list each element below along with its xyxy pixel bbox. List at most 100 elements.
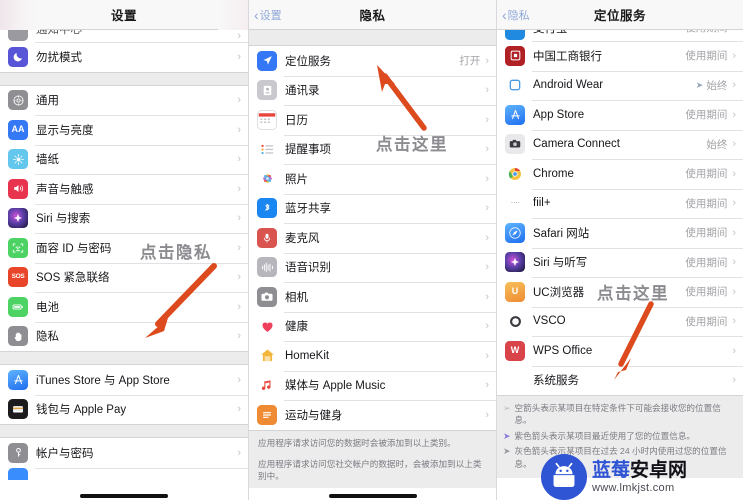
site-watermark: 蓝莓 安卓网 www.lmkjst.com (541, 454, 687, 500)
settings-navbar: 设置 (0, 0, 248, 30)
wps-icon: W (505, 340, 525, 361)
list-item-partial-bottom[interactable] (0, 467, 248, 480)
chevron-right-icon: › (485, 379, 489, 392)
chevron-right-icon: › (237, 50, 241, 63)
contacts-icon (257, 80, 277, 101)
sidebar-item-siri-search[interactable]: Siri 与搜索 › (0, 203, 248, 233)
photos-icon (257, 168, 277, 189)
chevron-right-icon: › (485, 261, 489, 274)
list-item-calendar[interactable]: 日历 › (249, 105, 496, 135)
list-item-partial[interactable]: 支付宝 使用期间 › (497, 30, 743, 41)
chevron-left-icon: ‹ (254, 6, 259, 23)
sidebar-item-do-not-disturb[interactable]: 勿扰模式 › (0, 42, 248, 72)
legend-text: 空箭头表示某项目在特定条件下可能会接收您的位置信息。 (514, 403, 721, 426)
list-item-media-applemusic[interactable]: 媒体与 Apple Music › (249, 370, 496, 400)
list-item-speech-recognition[interactable]: 语音识别 › (249, 252, 496, 282)
list-item-label: Siri 与搜索 (36, 213, 91, 226)
gray-arrow-icon: ➤ (503, 446, 511, 457)
list-item-android-wear[interactable]: Android Wear ➤ 始终 › (497, 70, 743, 100)
panel-settings: 设置 通知中心 › 勿扰模式 › 通用 › AA 显示与亮度 › 墙纸 › 声音… (0, 0, 248, 500)
list-item-label: iTunes Store 与 App Store (36, 374, 170, 387)
chevron-right-icon: › (732, 79, 736, 92)
sidebar-item-accounts-passwords[interactable]: 帐户与密码 › (0, 438, 248, 468)
list-item-homekit[interactable]: HomeKit › (249, 341, 496, 371)
chevron-right-icon: › (237, 446, 241, 459)
vsco-icon (505, 311, 525, 332)
privacy-footnotes: 应用程序请求访问您的数据时会被添加到以上类别。 应用程序请求访问您社交帐户的数据… (249, 429, 496, 488)
list-item-bluetooth-sharing[interactable]: 蓝牙共享 › (249, 193, 496, 223)
chevron-right-icon: › (732, 197, 736, 210)
list-item-camera-connect[interactable]: Camera Connect 始终 › (497, 129, 743, 159)
sidebar-item-display-brightness[interactable]: AA 显示与亮度 › (0, 115, 248, 145)
microphone-icon (257, 227, 277, 248)
list-item-fiil[interactable]: ···· fiil+ 使用期间 › (497, 188, 743, 218)
legend-text: 紫色箭头表示某项目最近使用了您的位置信息。 (514, 430, 696, 441)
list-item-icbc[interactable]: 中国工商银行 使用期间 › (497, 41, 743, 71)
list-item-siri-dictation[interactable]: Siri 与听写 使用期间 › (497, 247, 743, 277)
sidebar-item-emergency-sos[interactable]: SOS SOS 紧急联络 › (0, 262, 248, 292)
chevron-right-icon: › (485, 113, 489, 126)
list-item-location-services[interactable]: 定位服务 打开 › (249, 46, 496, 76)
chevron-left-icon: ‹ (502, 6, 507, 23)
cameraconnect-icon (505, 134, 525, 155)
list-item-label: VSCO (533, 315, 566, 328)
chevron-right-icon: › (732, 344, 736, 357)
chevron-right-icon: › (237, 123, 241, 136)
list-item-uc-browser[interactable]: U UC浏览器 使用期间 › (497, 277, 743, 307)
back-button[interactable]: ‹ 设置 (254, 7, 282, 23)
list-item-partial[interactable]: 通知中心 › (0, 30, 248, 42)
notification-icon (8, 30, 28, 41)
watermark-brand-part1: 蓝莓 (592, 459, 631, 481)
fiil-icon: ···· (505, 193, 525, 214)
list-item-microphone[interactable]: 麦克风 › (249, 223, 496, 253)
sidebar-item-battery[interactable]: 电池 › (0, 292, 248, 322)
list-item-photos[interactable]: 照片 › (249, 164, 496, 194)
chevron-right-icon: › (732, 256, 736, 269)
list-item-label: 健康 (285, 321, 308, 334)
list-item-label: UC浏览器 (533, 286, 585, 299)
watermark-url: www.lmkjst.com (592, 481, 675, 494)
privacy-list: 定位服务 打开 › 通讯录 › 日历 › 提醒事项 › 照片 › 蓝牙共享 › … (249, 46, 496, 430)
sidebar-item-wallpaper[interactable]: 墙纸 › (0, 144, 248, 174)
ucbrowser-icon: U (505, 281, 525, 302)
list-item-label: 定位服务 (285, 55, 331, 68)
chevron-right-icon: › (485, 84, 489, 97)
key-icon (8, 442, 28, 463)
list-item-wps-office[interactable]: W WPS Office › (497, 336, 743, 366)
sidebar-item-general[interactable]: 通用 › (0, 85, 248, 115)
list-item-motion-fitness[interactable]: 运动与健身 › (249, 400, 496, 430)
sidebar-item-faceid-passcode[interactable]: 面容 ID 与密码 › (0, 233, 248, 263)
list-item-system-services[interactable]: 系统服务 › (497, 365, 743, 395)
siri-icon (505, 252, 525, 273)
back-button[interactable]: ‹ 隐私 (502, 7, 530, 23)
icbc-icon (505, 45, 525, 66)
location-app-list: 支付宝 使用期间 › 中国工商银行 使用期间 › Android Wear (497, 30, 743, 395)
chevron-right-icon: › (237, 182, 241, 195)
back-button-label: 设置 (259, 9, 282, 22)
sidebar-item-sounds-haptics[interactable]: 声音与触感 › (0, 174, 248, 204)
chevron-right-icon: › (485, 231, 489, 244)
list-item-camera[interactable]: 相机 › (249, 282, 496, 312)
android-robot-logo-icon (541, 454, 587, 500)
list-item-reminders[interactable]: 提醒事项 › (249, 134, 496, 164)
sidebar-item-privacy[interactable]: 隐私 › (0, 321, 248, 351)
list-item-value: ➤ 始终 (696, 78, 728, 93)
list-item-contacts[interactable]: 通讯录 › (249, 75, 496, 105)
camera-icon (257, 286, 277, 307)
list-item-health[interactable]: 健康 › (249, 311, 496, 341)
moon-icon (8, 46, 28, 67)
chevron-right-icon: › (732, 167, 736, 180)
list-item-safari-websites[interactable]: Safari 网站 使用期间 › (497, 218, 743, 248)
list-item-label: 帐户与密码 (36, 447, 94, 460)
list-item-chrome[interactable]: Chrome 使用期间 › (497, 159, 743, 189)
list-item-label: 电池 (36, 301, 59, 314)
fitness-icon (257, 404, 277, 425)
list-item-vsco[interactable]: VSCO 使用期间 › (497, 306, 743, 336)
speech-icon (257, 257, 277, 278)
sidebar-item-wallet-applepay[interactable]: 钱包与 Apple Pay › (0, 394, 248, 424)
sidebar-item-itunes-appstore[interactable]: iTunes Store 与 App Store › (0, 365, 248, 395)
list-item-label: 麦克风 (285, 232, 320, 245)
list-item-label: HomeKit (285, 349, 330, 362)
list-item-app-store[interactable]: App Store 使用期间 › (497, 100, 743, 130)
music-icon (257, 375, 277, 396)
